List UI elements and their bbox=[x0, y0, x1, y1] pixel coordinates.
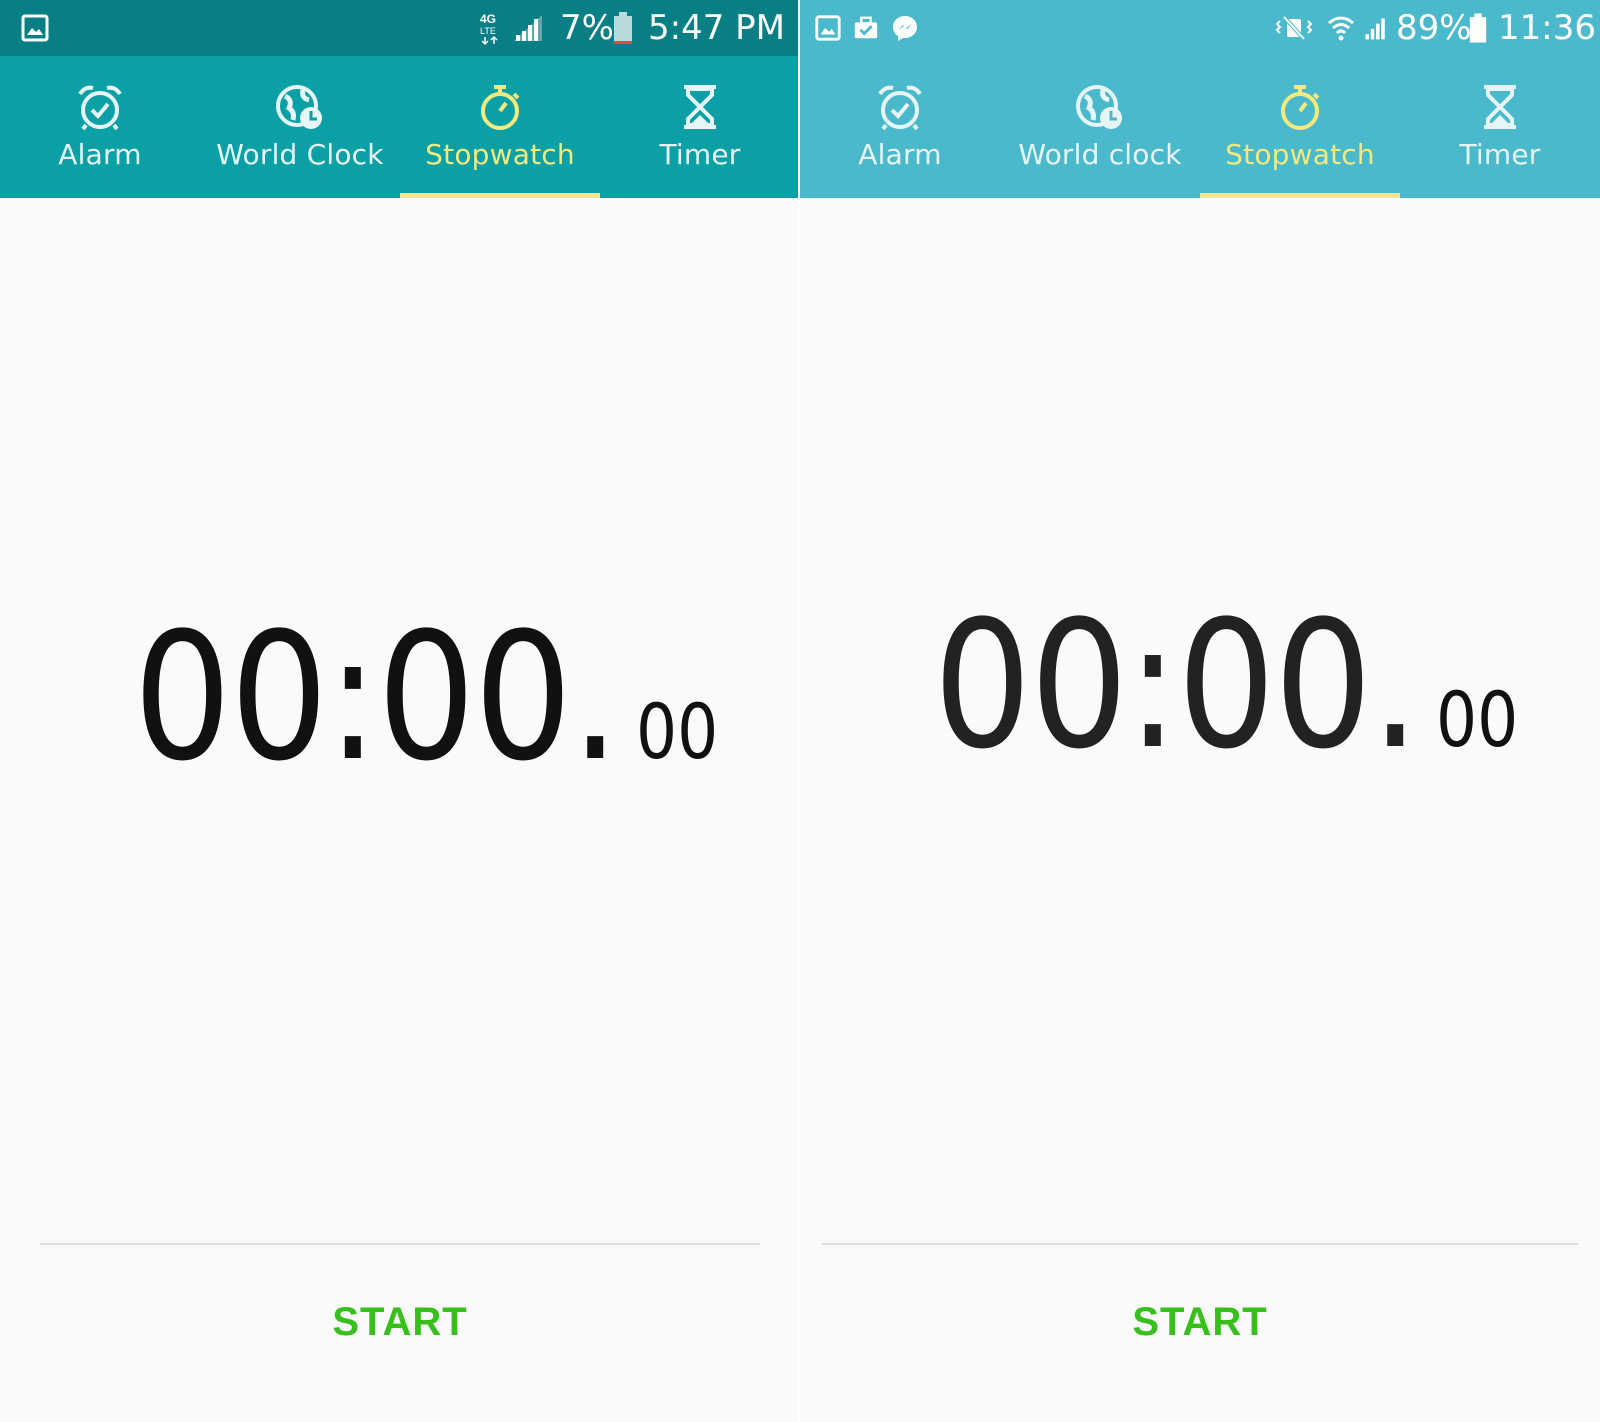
stopwatch-hundredths: 00 bbox=[1436, 675, 1519, 764]
briefcase-check-icon bbox=[852, 0, 880, 56]
globe-clock-icon bbox=[276, 85, 322, 129]
vibrate-mute-icon bbox=[1274, 0, 1314, 56]
wifi-icon bbox=[1326, 0, 1356, 56]
globe-clock-icon bbox=[1076, 85, 1122, 129]
divider bbox=[822, 1243, 1578, 1245]
signal-icon bbox=[1362, 0, 1390, 56]
tab-stopwatch[interactable]: Stopwatch bbox=[400, 56, 600, 198]
active-tab-indicator bbox=[400, 193, 600, 198]
tab-alarm[interactable]: Alarm bbox=[0, 56, 200, 198]
tab-label: Alarm bbox=[58, 138, 142, 171]
svg-text:LTE: LTE bbox=[480, 26, 496, 36]
divider bbox=[40, 1243, 760, 1245]
tab-world-clock[interactable]: World clock bbox=[1000, 56, 1200, 198]
stopwatch-display: 00:00. 00 bbox=[0, 610, 800, 786]
battery-icon bbox=[1468, 0, 1488, 56]
tab-label: World clock bbox=[1018, 138, 1182, 171]
status-bar: 89% 11:36 bbox=[800, 0, 1600, 56]
tab-label: World Clock bbox=[216, 138, 384, 171]
gallery-notification-icon bbox=[20, 0, 50, 56]
battery-percent: 89% bbox=[1396, 8, 1472, 48]
4g-lte-icon: 4G LTE bbox=[478, 0, 502, 56]
stopwatch-hundredths: 00 bbox=[636, 687, 719, 776]
tab-label: Stopwatch bbox=[425, 138, 575, 171]
hourglass-icon bbox=[1484, 85, 1516, 129]
tab-alarm[interactable]: Alarm bbox=[800, 56, 1000, 198]
battery-percent: 7% bbox=[560, 8, 614, 48]
tab-stopwatch[interactable]: Stopwatch bbox=[1200, 56, 1400, 198]
screenshot-pair: 4G LTE 7% 5:47 PM Alarm World Clock Stop… bbox=[0, 0, 1600, 1422]
tab-bar: Alarm World clock Stopwatch Timer bbox=[800, 56, 1600, 198]
tab-label: Stopwatch bbox=[1225, 138, 1375, 171]
stopwatch-main-time: 00:00. bbox=[933, 583, 1420, 788]
stopwatch-display: 00:00. 00 bbox=[800, 598, 1600, 774]
gallery-notification-icon bbox=[814, 0, 842, 56]
tab-world-clock[interactable]: World Clock bbox=[200, 56, 400, 198]
tab-bar: Alarm World Clock Stopwatch Timer bbox=[0, 56, 800, 198]
status-clock: 5:47 PM bbox=[648, 8, 785, 48]
battery-low-icon bbox=[612, 0, 634, 56]
tab-label: Alarm bbox=[858, 138, 942, 171]
right-phone-screen: 89% 11:36 Alarm World clock Stopwatch Ti… bbox=[800, 0, 1600, 1422]
start-button[interactable]: START bbox=[0, 1300, 800, 1345]
signal-icon bbox=[512, 0, 544, 56]
status-clock: 11:36 bbox=[1498, 8, 1596, 48]
left-phone-screen: 4G LTE 7% 5:47 PM Alarm World Clock Stop… bbox=[0, 0, 800, 1422]
stopwatch-icon bbox=[481, 85, 520, 130]
tab-label: Timer bbox=[659, 138, 741, 171]
active-tab-indicator bbox=[1200, 193, 1400, 198]
stopwatch-icon bbox=[1281, 85, 1320, 130]
tab-timer[interactable]: Timer bbox=[1400, 56, 1600, 198]
alarm-clock-icon bbox=[78, 85, 122, 131]
hourglass-icon bbox=[684, 85, 716, 129]
messenger-icon bbox=[890, 0, 920, 56]
tab-label: Timer bbox=[1459, 138, 1541, 171]
stopwatch-main-time: 00:00. bbox=[133, 595, 620, 800]
status-bar: 4G LTE 7% 5:47 PM bbox=[0, 0, 800, 56]
svg-text:4G: 4G bbox=[480, 12, 496, 26]
start-button[interactable]: START bbox=[800, 1300, 1600, 1345]
tab-timer[interactable]: Timer bbox=[600, 56, 800, 198]
alarm-clock-icon bbox=[878, 85, 922, 131]
